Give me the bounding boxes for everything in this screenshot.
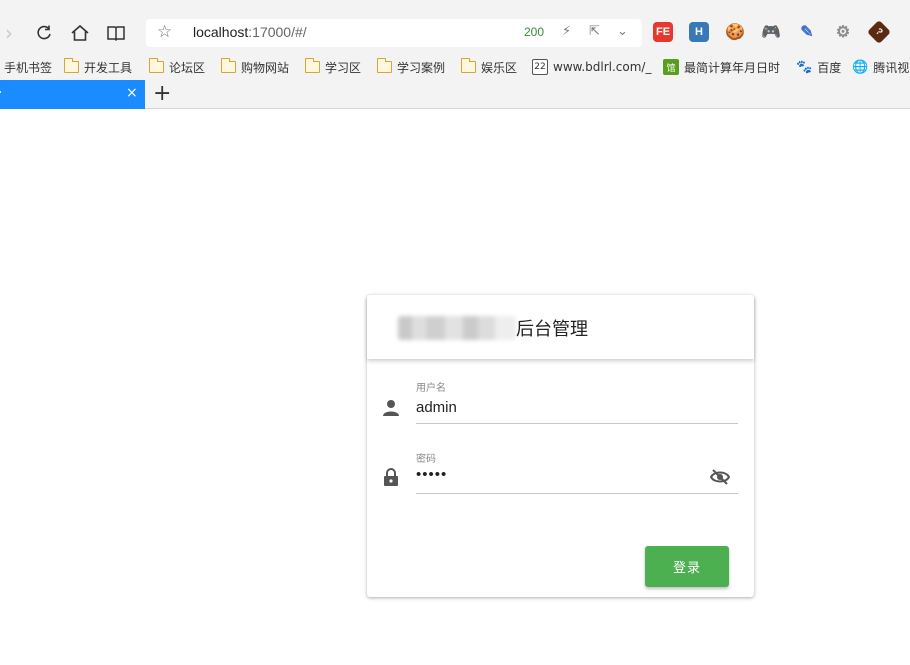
redacted-logo xyxy=(398,316,516,340)
help-diamond-icon[interactable]: ? xyxy=(866,19,892,45)
baidu-paw-icon: 🐾 xyxy=(796,59,813,75)
globe-icon: 🌐 xyxy=(852,59,869,75)
password-field[interactable]: 密码 ••••• xyxy=(367,448,754,508)
login-card: 后台管理 用户名 admin 密码 ••••• 登录 xyxy=(367,295,754,597)
forward-icon[interactable]: › xyxy=(0,20,22,46)
bookmark-label: 学习区 xyxy=(325,60,362,75)
bookmark-label: www.bdlrl.com/_ xyxy=(553,60,652,74)
username-input[interactable]: admin xyxy=(416,399,457,416)
calculator-site-icon: 馆 xyxy=(663,59,679,75)
bookmark-baidu[interactable]: 🐾 百度 xyxy=(796,58,841,76)
settings-gear-icon[interactable]: ⚙ xyxy=(833,22,853,42)
url-text[interactable]: localhost:17000/#/ xyxy=(193,24,307,40)
visibility-off-icon[interactable] xyxy=(710,469,730,485)
folder-icon xyxy=(64,58,79,73)
bookmark-label: 论坛区 xyxy=(169,60,206,75)
h-extension-icon[interactable]: H xyxy=(689,22,709,42)
lightning-icon[interactable]: ⚡ xyxy=(562,24,571,39)
browser-toolbar: › ☆ localhost:17000/#/ 200 ⚡ ⇱ ⌄ FE H 🍪 🎮 ✎ ⚙… xyxy=(0,0,910,54)
folder-icon xyxy=(461,58,476,73)
bookmark-date-calc[interactable]: 馆 最简计算年月日时 xyxy=(663,58,780,76)
folder-icon xyxy=(221,58,236,73)
password-input[interactable]: ••••• xyxy=(416,466,447,483)
new-tab-button[interactable]: + xyxy=(153,81,171,106)
status-code: 200 xyxy=(524,25,545,39)
bookmark-star-icon[interactable]: ☆ xyxy=(157,22,172,42)
bookmark-bdlrl[interactable]: 22 www.bdlrl.com/_ xyxy=(532,58,651,76)
reading-mode-icon[interactable] xyxy=(103,20,129,46)
username-label: 用户名 xyxy=(416,383,446,394)
password-label: 密码 xyxy=(416,454,436,465)
bookmark-folder-dev-tools[interactable]: 开发工具 xyxy=(64,58,132,76)
bookmark-label: 娱乐区 xyxy=(481,60,518,75)
username-underline xyxy=(416,423,738,424)
bookmark-label: 百度 xyxy=(817,60,842,75)
bookmark-folder-forum[interactable]: 论坛区 xyxy=(149,58,205,76)
tab-close-icon[interactable]: × xyxy=(126,85,138,101)
dropdown-chevron-icon[interactable]: ⌄ xyxy=(617,24,628,39)
tab-strip: · × + xyxy=(0,80,910,109)
bookmarks-bar: 手机书签 开发工具 论坛区 购物网站 学习区 学习案例 娱乐区 22 www.b… xyxy=(0,54,910,80)
reload-icon[interactable] xyxy=(31,20,57,46)
address-bar[interactable]: ☆ localhost:17000/#/ 200 ⚡ ⇱ ⌄ xyxy=(146,19,642,47)
home-icon[interactable] xyxy=(67,20,93,46)
bookmark-label: 开发工具 xyxy=(84,60,133,75)
bookmark-mobile[interactable]: 手机书签 xyxy=(4,58,52,76)
tab-favicon-icon: · xyxy=(0,85,2,101)
page-title: 后台管理 xyxy=(516,319,588,340)
fe-helper-icon[interactable]: FE xyxy=(653,22,673,42)
bookmark-tencent-video[interactable]: 🌐 腾讯视 xyxy=(852,58,909,76)
folder-icon xyxy=(149,58,164,73)
bookmark-label: 腾讯视 xyxy=(873,60,910,75)
bookmark-folder-study-cases[interactable]: 学习案例 xyxy=(377,58,445,76)
color-picker-icon[interactable]: ✎ xyxy=(797,22,817,42)
card-header: 后台管理 xyxy=(367,295,754,359)
gamepad-icon[interactable]: 🎮 xyxy=(761,22,781,42)
bookmark-label: 学习案例 xyxy=(397,60,446,75)
username-field[interactable]: 用户名 admin xyxy=(367,375,754,435)
bookmark-folder-shopping[interactable]: 购物网站 xyxy=(221,58,289,76)
folder-icon xyxy=(305,58,320,73)
password-underline xyxy=(416,493,738,494)
folder-icon xyxy=(377,58,392,73)
cookie-icon[interactable]: 🍪 xyxy=(725,22,745,42)
lock-icon xyxy=(384,468,398,486)
bookmark-label: 购物网站 xyxy=(241,60,290,75)
login-button[interactable]: 登录 xyxy=(645,546,729,587)
tab-active[interactable]: · × xyxy=(0,80,145,109)
share-icon[interactable]: ⇱ xyxy=(589,24,600,39)
bookmark-label: 手机书签 xyxy=(4,60,53,75)
bookmark-label: 最简计算年月日时 xyxy=(684,60,781,75)
bookmark-folder-study[interactable]: 学习区 xyxy=(305,58,361,76)
user-icon xyxy=(383,400,399,416)
calendar-icon: 22 xyxy=(532,59,548,75)
bookmark-folder-entertainment[interactable]: 娱乐区 xyxy=(461,58,517,76)
